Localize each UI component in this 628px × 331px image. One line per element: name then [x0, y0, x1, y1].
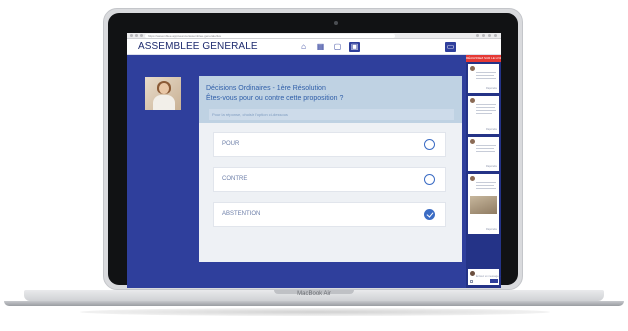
app-header: ASSEMBLEE GENERALE ⌂ ▦ ▢ ▣ ▭ — [127, 39, 501, 55]
option-abstention[interactable]: ABSTENTION — [213, 202, 446, 227]
avatar — [470, 66, 475, 71]
laptop-shadow — [80, 308, 550, 316]
screen-icon[interactable]: ▭ — [445, 42, 456, 52]
window-controls[interactable] — [130, 34, 143, 37]
post-image[interactable] — [470, 196, 497, 214]
post-card: Répondre — [468, 64, 499, 93]
question-note: Pour la réponse, choisir l'option ci-des… — [209, 109, 454, 120]
presentation-icon[interactable]: ▣ — [349, 42, 360, 52]
option-label: CONTRE — [222, 176, 248, 182]
avatar — [470, 139, 475, 144]
main-stage: Décisions Ordinaires - 1ère Résolution Ê… — [127, 55, 466, 288]
laptop-base: MacBook Air — [4, 290, 624, 310]
radio-icon[interactable] — [424, 174, 435, 185]
nav-icons: ⌂ ▦ ▢ ▣ — [298, 42, 360, 52]
question-card: Décisions Ordinaires - 1ère Résolution Ê… — [199, 76, 462, 262]
message-composer[interactable]: Écrivez un message... — [468, 269, 501, 285]
right-icons: ▭ — [445, 42, 456, 52]
avatar — [470, 271, 475, 276]
app-screen: https://assemblee.app/seance/assemblee-g… — [127, 33, 501, 288]
live-sidebar: RÉAGISSEZ SUR LE LIVE Répondre Répondre … — [466, 55, 501, 288]
base-bottom — [4, 301, 624, 306]
message-input[interactable]: Écrivez un message... — [476, 275, 501, 278]
reply-link[interactable]: Répondre — [486, 165, 497, 168]
option-pour[interactable]: POUR — [213, 132, 446, 157]
radio-checked-icon[interactable] — [424, 209, 435, 220]
post-card: Répondre — [468, 137, 499, 171]
page-title: ASSEMBLEE GENERALE — [138, 41, 258, 52]
option-contre[interactable]: CONTRE — [213, 167, 446, 192]
live-reaction-button[interactable]: RÉAGISSEZ SUR LE LIVE — [466, 55, 501, 62]
radio-icon[interactable] — [424, 139, 435, 150]
home-icon[interactable]: ⌂ — [298, 42, 309, 52]
device-brand: MacBook Air — [297, 291, 331, 297]
window-icon[interactable]: ▢ — [332, 42, 343, 52]
avatar — [470, 98, 475, 103]
post-card: Répondre — [468, 174, 499, 234]
question-title: Décisions Ordinaires - 1ère Résolution — [206, 85, 326, 92]
speaker-video[interactable] — [145, 77, 181, 110]
send-button[interactable] — [490, 279, 498, 283]
browser-toolbar-icons[interactable] — [476, 34, 497, 37]
option-label: POUR — [222, 141, 240, 147]
checkbox-icon[interactable] — [470, 280, 473, 283]
option-label: ABSTENTION — [222, 211, 261, 217]
url-field[interactable]: https://assemblee.app/seance/assemblee-g… — [145, 34, 395, 38]
question-header: Décisions Ordinaires - 1ère Résolution Ê… — [199, 76, 462, 123]
options-list: POUR CONTRE ABSTENTION — [199, 123, 462, 262]
post-card: Répondre — [468, 96, 499, 134]
reply-link[interactable]: Répondre — [486, 128, 497, 131]
reply-link[interactable]: Répondre — [486, 228, 497, 231]
reply-link[interactable]: Répondre — [486, 87, 497, 90]
question-subtitle: Êtes-vous pour ou contre cette propositi… — [206, 95, 344, 102]
camera-icon — [334, 21, 338, 25]
avatar — [470, 176, 475, 181]
grid-icon[interactable]: ▦ — [315, 42, 326, 52]
